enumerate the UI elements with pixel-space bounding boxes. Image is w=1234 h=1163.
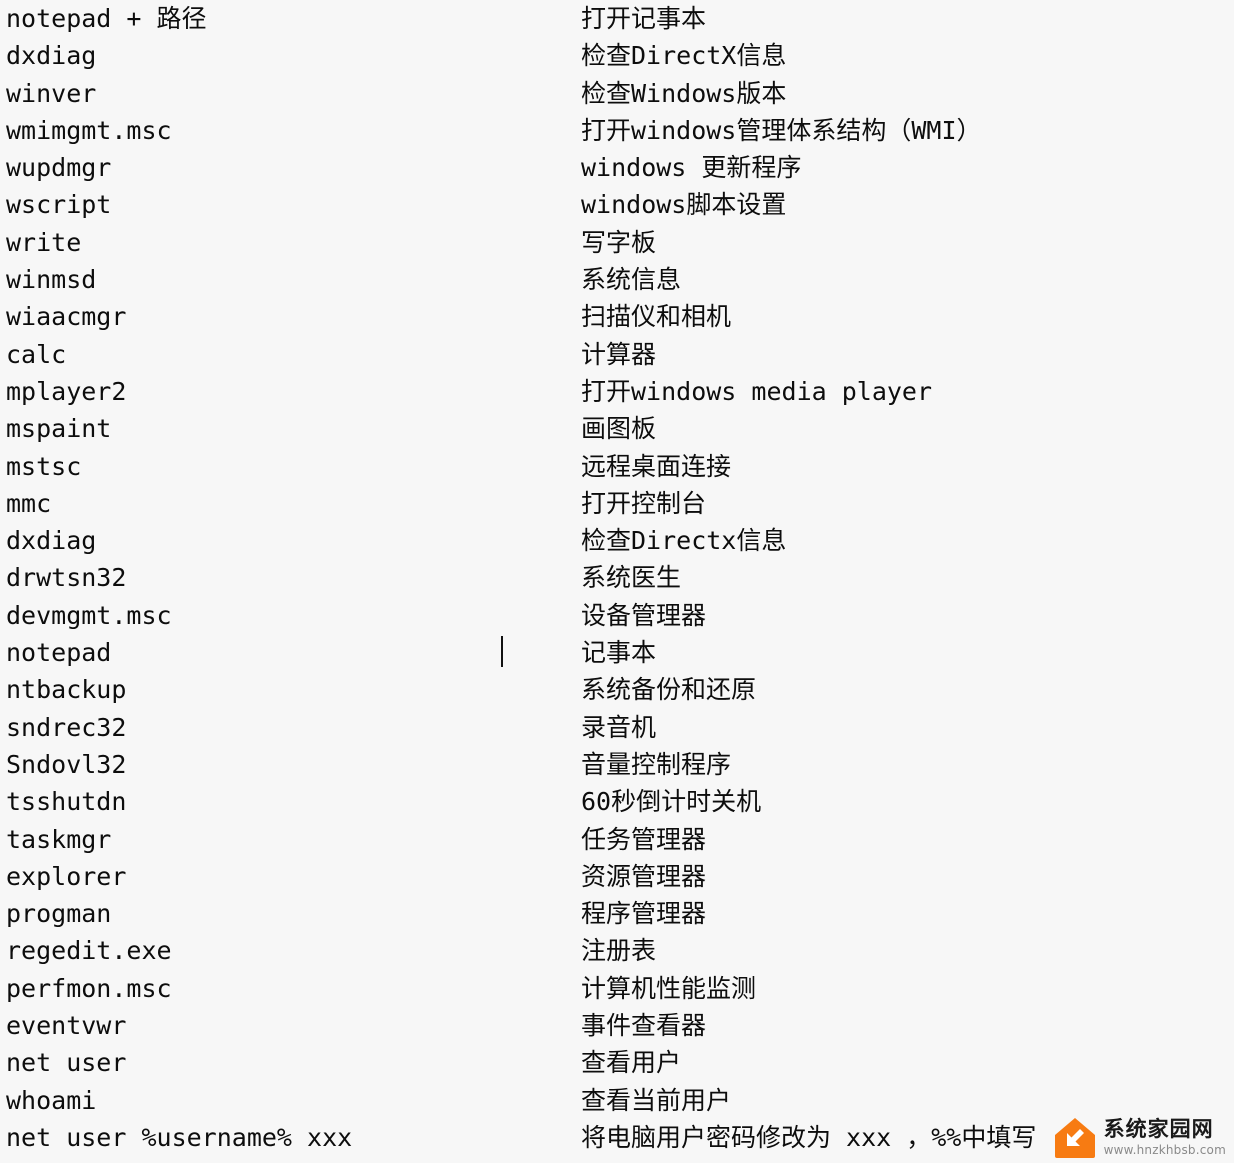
command-name: winmsd [6,265,97,295]
command-row: mmc 打开控制台 [0,485,1234,522]
command-row: wscript windows脚本设置 [0,186,1234,223]
command-description: 扫描仪和相机 [581,302,732,332]
command-description: 打开记事本 [581,4,707,33]
command-row: winver 检查Windows版本 [0,75,1234,112]
command-name: explorer [6,861,127,891]
command-row: explorer 资源管理器 [0,858,1234,895]
command-row: tsshutdn 60秒倒计时关机 [0,783,1234,820]
command-row: write 写字板 [0,224,1234,261]
command-description: 打开windows管理体系结构（WMI） [581,115,982,145]
command-name: taskmgr [6,824,112,854]
command-row: eventvwr 事件查看器 [0,1007,1234,1044]
command-row: wupdmgr windows 更新程序 [0,149,1234,186]
command-name: mplayer2 [6,376,127,406]
command-row: notepad + 路径 打开记事本 [0,0,1234,37]
watermark-site-name: 系统家园网 [1103,1116,1214,1141]
command-description: 画图板 [581,414,657,444]
command-row: wiaacmgr 扫描仪和相机 [0,298,1234,335]
command-description: 打开控制台 [581,488,707,518]
command-description: 记事本 [581,638,657,668]
command-name: calc [6,339,67,369]
command-name: whoami [6,1085,97,1115]
command-description: 查看当前用户 [581,1085,732,1115]
command-name: notepad + 路径 [6,4,207,33]
command-name: dxdiag [6,41,97,71]
command-description: windows脚本设置 [581,190,787,220]
watermark-url: www.hnzkhbsb.com [1103,1142,1226,1157]
site-watermark: 系统家园网 www.hnzkhbsb.com [1044,1111,1232,1163]
command-name: winver [6,78,97,108]
command-name: mmc [6,488,52,518]
command-name: wmimgmt.msc [6,115,172,145]
command-name: net user [6,1048,127,1078]
command-description: 事件查看器 [581,1011,707,1041]
command-name: wiaacmgr [6,302,127,332]
command-row: mplayer2 打开windows media player [0,373,1234,410]
command-name: write [6,227,82,257]
command-row: mspaint 画图板 [0,410,1234,447]
command-description: 查看用户 [581,1048,682,1078]
command-row: Sndovl32 音量控制程序 [0,746,1234,783]
command-row: regedit.exe 注册表 [0,932,1234,969]
command-description: 程序管理器 [581,899,707,929]
command-row: winmsd 系统信息 [0,261,1234,298]
command-name: drwtsn32 [6,563,127,593]
command-row: dxdiag 检查DirectX信息 [0,37,1234,74]
command-description: 注册表 [581,936,657,966]
watermark-text-block: 系统家园网 www.hnzkhbsb.com [1103,1116,1226,1157]
command-description: 检查Directx信息 [581,526,787,556]
house-arrow-icon [1053,1115,1097,1159]
command-description: 录音机 [581,712,657,742]
command-name: wupdmgr [6,153,112,183]
command-row: perfmon.msc 计算机性能监测 [0,970,1234,1007]
command-name: devmgmt.msc [6,600,172,630]
command-name: ntbackup [6,675,127,705]
command-description: 任务管理器 [581,824,707,854]
screenshot-page: notepad + 路径 打开记事本 dxdiag 检查DirectX信息 winver… [0,0,1234,1163]
command-description: 远程桌面连接 [581,451,732,481]
command-description: 检查Windows版本 [581,78,787,108]
command-description: 系统备份和还原 [581,675,757,705]
command-description: 资源管理器 [581,861,707,891]
command-description: 系统医生 [581,563,682,593]
command-name: dxdiag [6,526,97,556]
command-name: net user %username% xxx [6,1122,353,1152]
command-row: mstsc 远程桌面连接 [0,448,1234,485]
command-row: net user 查看用户 [0,1044,1234,1081]
command-description: 计算机性能监测 [581,973,757,1003]
command-name: mspaint [6,414,112,444]
command-row: taskmgr 任务管理器 [0,821,1234,858]
command-name: Sndovl32 [6,749,127,779]
command-row: dxdiag 检查Directx信息 [0,522,1234,559]
command-description: 设备管理器 [581,600,707,630]
command-description: 音量控制程序 [581,749,732,779]
command-description: 写字板 [581,227,657,257]
command-row: wmimgmt.msc 打开windows管理体系结构（WMI） [0,112,1234,149]
command-row: ntbackup 系统备份和还原 [0,671,1234,708]
command-name: eventvwr [6,1011,127,1041]
text-caret [501,636,503,667]
command-description: 将电脑用户密码修改为 xxx ，%%中填写 [581,1122,1037,1152]
command-name: sndrec32 [6,712,127,742]
command-row: progman 程序管理器 [0,895,1234,932]
command-description: windows 更新程序 [581,153,802,183]
command-reference-list: notepad + 路径 打开记事本 dxdiag 检查DirectX信息 winver… [0,0,1234,1156]
command-description: 检查DirectX信息 [581,41,787,71]
command-name: notepad [6,638,112,668]
command-description: 计算器 [581,339,657,369]
command-row: devmgmt.msc 设备管理器 [0,597,1234,634]
command-name: mstsc [6,451,82,481]
command-description: 打开windows media player [581,376,933,406]
command-name: progman [6,899,112,929]
command-row: calc 计算器 [0,336,1234,373]
command-name: tsshutdn [6,787,127,817]
command-name: wscript [6,190,112,220]
command-row: notepad 记事本 [0,634,1234,671]
command-row: sndrec32 录音机 [0,709,1234,746]
command-description: 系统信息 [581,265,682,295]
command-row: drwtsn32 系统医生 [0,559,1234,596]
command-name: regedit.exe [6,936,172,966]
command-description: 60秒倒计时关机 [581,787,762,817]
command-name: perfmon.msc [6,973,172,1003]
